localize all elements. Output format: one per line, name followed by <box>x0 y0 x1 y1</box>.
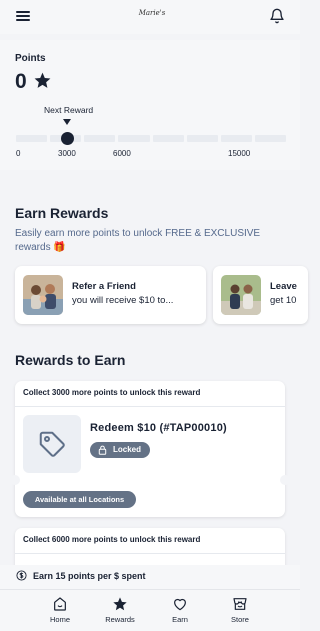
star-icon <box>34 72 51 88</box>
next-reward-pointer <box>63 119 71 125</box>
tab-label: Home <box>49 615 70 624</box>
points-value: 0 <box>15 70 27 93</box>
earn-rate-text: Earn 15 points per $ spent <box>33 571 146 581</box>
bell-icon[interactable] <box>269 7 285 25</box>
store-icon <box>233 598 247 610</box>
leave-review-photo <box>221 275 261 315</box>
reward-name: Redeem $10 (#TAP00010) <box>90 422 227 434</box>
tab-earn[interactable]: Earn <box>160 596 200 628</box>
tick-label: 15000 <box>228 149 251 158</box>
leave-review-card[interactable]: Leave get 10 <box>213 266 308 324</box>
earn-rewards-subtitle: Easily earn more points to unlock FREE &… <box>15 228 261 253</box>
points-progress-track <box>16 135 286 142</box>
brand-logo: Marie's <box>132 9 172 27</box>
refer-friend-card[interactable]: Refer a Friend you will receive $10 to..… <box>15 266 206 324</box>
rewards-to-earn-heading: Rewards to Earn <box>15 352 126 368</box>
tag-icon <box>39 431 65 457</box>
points-label: Points <box>15 53 46 64</box>
refer-friend-photo <box>23 275 63 315</box>
locked-status-badge: Locked <box>90 442 150 458</box>
tab-home[interactable]: Home <box>40 596 80 628</box>
refer-friend-subtitle: you will receive $10 to... <box>72 295 174 306</box>
dollar-icon <box>16 570 27 581</box>
star-icon <box>113 597 127 611</box>
refer-friend-title: Refer a Friend <box>72 281 136 292</box>
progress-marker <box>61 132 74 145</box>
reward-image <box>23 415 81 473</box>
reward-card[interactable]: Collect 3000 more points to unlock this … <box>10 381 290 517</box>
leave-review-subtitle: get 10 <box>270 295 297 306</box>
earn-rate-bar: Earn 15 points per $ spent <box>0 565 300 589</box>
lock-icon <box>98 445 107 455</box>
availability-button[interactable]: Available at all Locations <box>23 491 136 508</box>
ticket-notch-right <box>280 475 290 485</box>
tab-label: Store <box>231 615 249 624</box>
next-reward-label: Next Reward <box>44 105 94 115</box>
locked-status-label: Locked <box>113 445 142 454</box>
logo-text: Marie's <box>138 9 166 17</box>
points-panel: Points 0 Next Reward 0 3000 6000 15000 <box>0 40 300 170</box>
app-header: Marie's <box>0 0 300 34</box>
bottom-tab-bar: Home Rewards Earn Store <box>0 589 300 631</box>
reward-unlock-requirement: Collect 3000 more points to unlock this … <box>15 381 285 407</box>
tab-rewards[interactable]: Rewards <box>100 596 140 628</box>
leave-review-title: Leave <box>270 281 297 292</box>
tab-label: Earn <box>172 615 188 624</box>
earn-rewards-heading: Earn Rewards <box>15 205 109 221</box>
ticket-notch-left <box>10 475 20 485</box>
heart-icon <box>174 598 186 611</box>
tick-label: 0 <box>16 149 21 158</box>
home-smile-icon <box>54 597 66 611</box>
menu-icon[interactable] <box>16 11 30 22</box>
tab-store[interactable]: Store <box>220 596 260 628</box>
reward-unlock-requirement: Collect 6000 more points to unlock this … <box>15 528 285 554</box>
tick-label: 3000 <box>58 149 76 158</box>
tick-label: 6000 <box>113 149 131 158</box>
tab-label: Rewards <box>105 615 135 624</box>
